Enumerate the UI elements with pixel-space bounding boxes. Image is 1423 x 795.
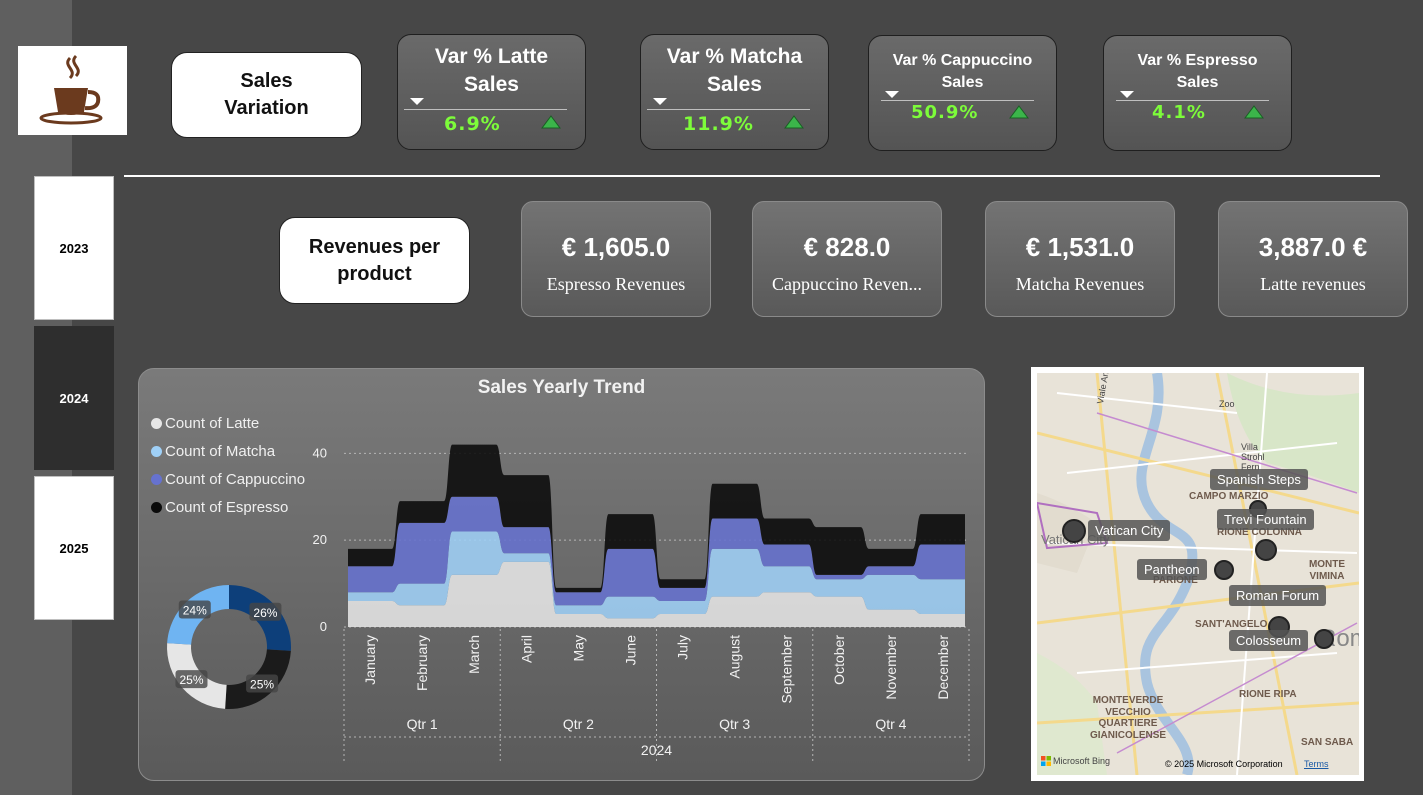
map-visual[interactable]: Vatican City Rom Viale Angelico Zoo Vill… bbox=[1031, 367, 1364, 781]
revenue-amount: € 1,531.0 bbox=[1025, 232, 1135, 262]
quarter-label: Qtr 3 bbox=[719, 716, 750, 732]
year-2023-button[interactable]: 2023 bbox=[34, 176, 114, 320]
trend-up-icon bbox=[541, 115, 561, 129]
pin-label-spanish-steps[interactable]: Spanish Steps bbox=[1210, 469, 1308, 490]
microsoft-logo-icon bbox=[1041, 756, 1051, 766]
caret-down-icon bbox=[410, 98, 424, 105]
map-area-label: SANT'ANGELO bbox=[1195, 619, 1268, 630]
y-tick-label: 40 bbox=[313, 445, 327, 460]
map-area-label: MONTE VIMINA bbox=[1308, 559, 1346, 582]
kpi-divider bbox=[404, 109, 567, 110]
x-tick-label: December bbox=[935, 635, 951, 700]
x-tick-label: October bbox=[831, 635, 847, 685]
map-pin[interactable] bbox=[1314, 629, 1334, 649]
map-area-label: SAN SABA bbox=[1301, 737, 1354, 748]
kpi-cappuccino-title: Var % Cappuccino Sales bbox=[892, 52, 1033, 91]
kpi-cappuccino-value: 50.9% bbox=[911, 102, 979, 123]
caret-down-icon bbox=[885, 91, 899, 98]
x-tick-label: February bbox=[414, 635, 430, 691]
revenue-label: Matcha Revenues bbox=[1015, 274, 1145, 294]
espresso-revenue-card: € 1,605.0 Espresso Revenues bbox=[521, 201, 711, 317]
kpi-espresso-title: Var % Espresso Sales bbox=[1137, 52, 1258, 91]
kpi-latte-card: Var % Latte Sales 6.9% bbox=[397, 34, 586, 150]
pin-label-colosseum[interactable]: Colosseum bbox=[1229, 630, 1309, 651]
latte-revenue-card: 3,887.0 € Latte revenues bbox=[1218, 201, 1408, 317]
cappuccino-revenue-card: € 828.0 Cappuccino Reven... bbox=[752, 201, 942, 317]
x-tick-label: March bbox=[466, 635, 482, 674]
year-2024-button[interactable]: 2024 bbox=[34, 326, 114, 470]
y-tick-label: 0 bbox=[320, 619, 327, 634]
x-tick-label: November bbox=[883, 635, 899, 700]
x-tick-label: January bbox=[362, 635, 378, 685]
kpi-espresso-card: Var % Espresso Sales 4.1% bbox=[1103, 35, 1292, 151]
kpi-latte-value: 6.9% bbox=[444, 113, 501, 135]
rome-map[interactable]: Vatican City Rom Viale Angelico Zoo Vill… bbox=[1037, 373, 1359, 775]
trend-up-icon bbox=[784, 115, 804, 129]
map-copyright: © 2025 Microsoft Corporation bbox=[1165, 759, 1283, 769]
pin-label-pantheon[interactable]: Pantheon bbox=[1137, 559, 1207, 580]
pin-label-vatican-city[interactable]: Vatican City bbox=[1088, 520, 1171, 541]
year-axis-label: 2024 bbox=[641, 742, 672, 758]
revenue-label: Cappuccino Reven... bbox=[772, 274, 922, 294]
section-divider bbox=[124, 175, 1380, 177]
quarter-label: Qtr 1 bbox=[407, 716, 438, 732]
kpi-matcha-title: Var % Matcha Sales bbox=[666, 45, 803, 97]
map-area-label: MONTEVERDE VECCHIO QUARTIERE GIANICOLENS… bbox=[1089, 695, 1167, 741]
revenue-amount: 3,887.0 € bbox=[1258, 232, 1368, 262]
revenue-label: Espresso Revenues bbox=[546, 274, 686, 294]
year-2025-button[interactable]: 2025 bbox=[34, 476, 114, 620]
bing-logo: Microsoft Bing bbox=[1041, 756, 1110, 766]
map-terms-link[interactable]: Terms bbox=[1304, 759, 1329, 769]
pin-label-trevi-fountain[interactable]: Trevi Fountain bbox=[1217, 509, 1314, 530]
sales-variation-card: Sales Variation bbox=[171, 52, 362, 138]
trend-up-icon bbox=[1244, 105, 1264, 119]
quarter-label: Qtr 2 bbox=[563, 716, 594, 732]
kpi-matcha-value: 11.9% bbox=[683, 113, 754, 135]
map-area-label: RIONE RIPA bbox=[1239, 689, 1297, 700]
revenue-amount: € 828.0 bbox=[803, 232, 891, 262]
caret-down-icon bbox=[1120, 91, 1134, 98]
quarter-label: Qtr 4 bbox=[875, 716, 906, 732]
kpi-espresso-value: 4.1% bbox=[1152, 102, 1206, 123]
matcha-revenue-card: € 1,531.0 Matcha Revenues bbox=[985, 201, 1175, 317]
map-zoo-label: Zoo bbox=[1219, 399, 1235, 409]
kpi-latte-title: Var % Latte Sales bbox=[434, 45, 549, 97]
x-tick-label: April bbox=[518, 635, 534, 663]
x-tick-label: July bbox=[675, 635, 691, 660]
coffee-cup-icon bbox=[39, 54, 103, 125]
kpi-divider bbox=[647, 109, 810, 110]
kpi-cappuccino-card: Var % Cappuccino Sales 50.9% bbox=[868, 35, 1057, 151]
map-pin[interactable] bbox=[1062, 519, 1086, 543]
x-tick-label: June bbox=[622, 635, 638, 666]
revenues-per-product-card: Revenues per product bbox=[279, 217, 470, 304]
x-tick-label: May bbox=[570, 635, 586, 661]
map-pin[interactable] bbox=[1255, 539, 1277, 561]
map-pin[interactable] bbox=[1214, 560, 1234, 580]
x-tick-label: August bbox=[727, 635, 743, 679]
pin-label-roman-forum[interactable]: Roman Forum bbox=[1229, 585, 1327, 606]
trend-up-icon bbox=[1009, 105, 1029, 119]
sales-trend-chart: 0 20 40 January February March April May June Jul… bbox=[313, 444, 970, 761]
x-tick-label: September bbox=[779, 635, 795, 704]
kpi-divider bbox=[881, 100, 1034, 101]
revenue-amount: € 1,605.0 bbox=[561, 232, 671, 262]
coffee-logo bbox=[18, 46, 127, 135]
caret-down-icon bbox=[653, 98, 667, 105]
y-tick-label: 20 bbox=[313, 532, 327, 547]
revenue-label: Latte revenues bbox=[1260, 274, 1366, 294]
bing-logo-text: Microsoft Bing bbox=[1053, 756, 1111, 766]
kpi-divider bbox=[1116, 100, 1269, 101]
sales-trend-panel: Sales Yearly Trend Count of Latte Count … bbox=[138, 368, 985, 781]
kpi-matcha-card: Var % Matcha Sales 11.9% bbox=[640, 34, 829, 150]
